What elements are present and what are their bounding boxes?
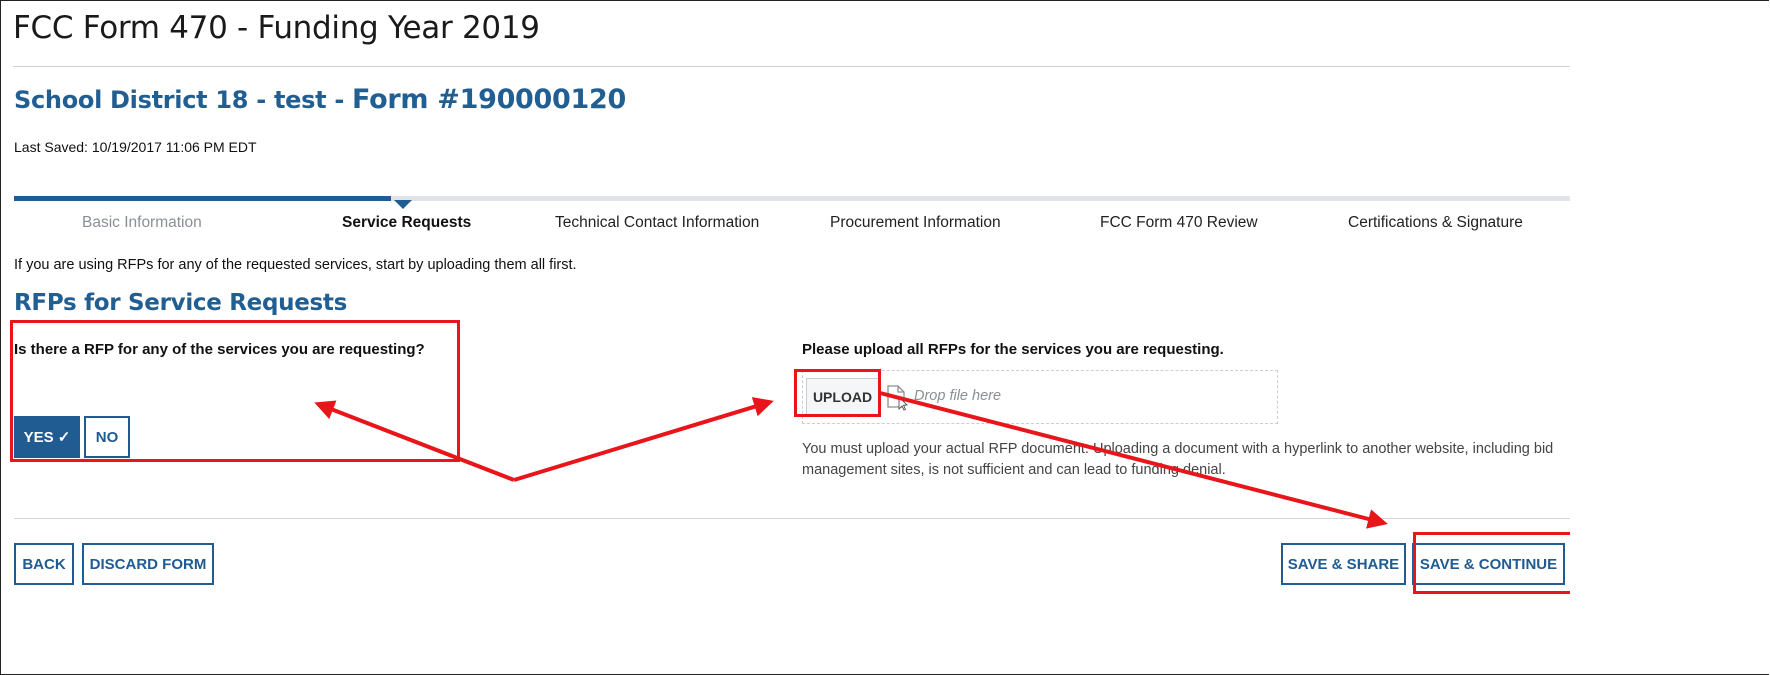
last-saved-timestamp: Last Saved: 10/19/2017 11:06 PM EDT [14, 139, 257, 155]
step-navigation: Basic Information Service Requests Techn… [14, 214, 1570, 238]
title-divider [13, 66, 1570, 67]
step-fcc-form-470-review[interactable]: FCC Form 470 Review [1100, 214, 1258, 232]
footer-divider [14, 518, 1570, 519]
progress-track [14, 196, 1570, 201]
step-service-requests[interactable]: Service Requests [342, 214, 471, 232]
intro-text: If you are using RFPs for any of the req… [14, 257, 577, 273]
step-certifications-signature[interactable]: Certifications & Signature [1348, 214, 1523, 232]
form-title-prefix: School District 18 - test - [14, 86, 353, 114]
back-button[interactable]: BACK [14, 543, 74, 585]
step-technical-contact-information[interactable]: Technical Contact Information [555, 214, 759, 232]
discard-form-button[interactable]: DISCARD FORM [82, 543, 214, 585]
annotation-highlight-upload [794, 369, 881, 417]
progress-fill [14, 196, 392, 201]
upload-prompt-label: Please upload all RFPs for the services … [802, 341, 1224, 358]
step-procurement-information[interactable]: Procurement Information [830, 214, 1001, 232]
drop-file-hint: Drop file here [914, 388, 1002, 404]
section-title: RFPs for Service Requests [14, 290, 347, 316]
file-icon [887, 385, 908, 411]
annotation-highlight-rfp-question [10, 320, 460, 462]
step-basic-information[interactable]: Basic Information [82, 214, 202, 232]
progress-pointer-icon [394, 200, 412, 209]
upload-notice: You must upload your actual RFP document… [802, 441, 1554, 478]
annotation-highlight-save-continue [1413, 532, 1570, 594]
save-and-share-button[interactable]: SAVE & SHARE [1281, 543, 1406, 585]
form-number: Form #190000120 [352, 84, 626, 115]
form-title: School District 18 - test - Form #190000… [14, 84, 626, 115]
page-title: FCC Form 470 - Funding Year 2019 [13, 10, 540, 46]
